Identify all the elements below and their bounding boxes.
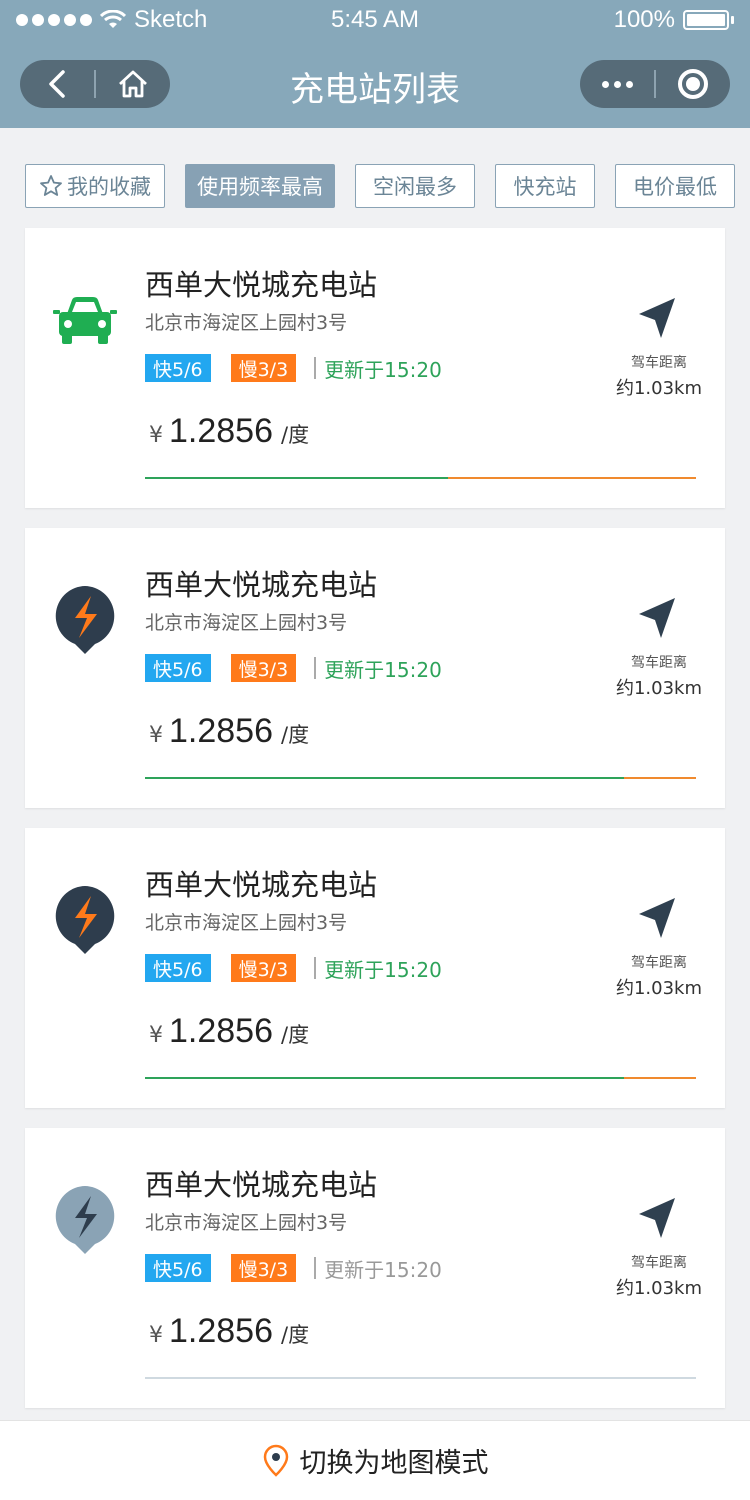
update-time: 更新于15:20 xyxy=(324,657,442,682)
close-miniprogram-button[interactable] xyxy=(656,60,730,108)
filter-most-idle[interactable]: 空闲最多 xyxy=(355,164,475,208)
update-time: 更新于15:20 xyxy=(324,1257,442,1282)
filter-most-used[interactable]: 使用频率最高 xyxy=(185,164,335,208)
tag-divider xyxy=(314,957,317,979)
availability-bar xyxy=(145,1077,696,1079)
lightning-pin-icon xyxy=(55,1186,115,1254)
nav-right-capsule xyxy=(580,60,730,108)
station-address: 北京市海淀区上园村3号 xyxy=(145,912,348,934)
lightning-pin-icon xyxy=(55,886,115,954)
price: ¥ 1.2856 /度 xyxy=(149,712,309,751)
price-value: 1.2856 xyxy=(169,1012,273,1050)
distance-label: 驾车距离 xyxy=(631,955,687,971)
distance-value: 约1.03km xyxy=(615,378,703,399)
battery-tip xyxy=(731,16,734,24)
price-value: 1.2856 xyxy=(169,1312,273,1350)
map-pin-icon xyxy=(263,1444,288,1477)
status-right: 100% xyxy=(614,6,734,34)
tag-divider xyxy=(314,657,317,679)
switch-to-map-button[interactable]: 切换为地图模式 xyxy=(0,1420,750,1500)
slow-charger-badge: 慢3/3 xyxy=(230,354,297,382)
distance-value: 约1.03km xyxy=(615,978,703,999)
currency-symbol: ¥ xyxy=(149,723,163,748)
distance-label: 驾车距离 xyxy=(631,1255,687,1271)
station-name: 西单大悦城充电站 xyxy=(145,568,378,602)
fast-charger-badge: 快5/6 xyxy=(145,1254,211,1282)
price-unit: /度 xyxy=(281,423,310,447)
station-card[interactable]: 西单大悦城充电站 北京市海淀区上园村3号 快5/6 慢3/3 更新于15:20 … xyxy=(25,228,725,508)
availability-bar xyxy=(145,777,696,779)
charger-tags: 快5/6 慢3/3 更新于15:20 xyxy=(145,654,442,682)
station-card[interactable]: 西单大悦城充电站 北京市海淀区上园村3号 快5/6 慢3/3 更新于15:20 … xyxy=(25,1128,725,1408)
availability-fill xyxy=(145,477,449,479)
tag-divider xyxy=(314,357,317,379)
navigation-arrow-icon[interactable] xyxy=(635,1196,679,1240)
filter-fast-charge[interactable]: 快充站 xyxy=(495,164,595,208)
currency-symbol: ¥ xyxy=(149,423,163,448)
station-card[interactable]: 西单大悦城充电站 北京市海淀区上园村3号 快5/6 慢3/3 更新于15:20 … xyxy=(25,528,725,808)
price-value: 1.2856 xyxy=(169,712,273,750)
charger-tags: 快5/6 慢3/3 更新于15:20 xyxy=(145,954,442,982)
availability-fill xyxy=(145,777,625,779)
filter-favorites[interactable]: 我的收藏 xyxy=(25,164,165,208)
more-button[interactable] xyxy=(580,60,654,108)
station-name: 西单大悦城充电站 xyxy=(145,868,378,902)
update-time: 更新于15:20 xyxy=(324,357,442,382)
navigation-arrow-icon[interactable] xyxy=(635,296,679,340)
station-card[interactable]: 西单大悦城充电站 北京市海淀区上园村3号 快5/6 慢3/3 更新于15:20 … xyxy=(25,828,725,1108)
distance-value: 约1.03km xyxy=(615,1278,703,1299)
status-bar: Sketch 5:45 AM 100% xyxy=(0,0,750,40)
fast-charger-badge: 快5/6 xyxy=(145,354,211,382)
lightning-pin-icon xyxy=(55,586,115,654)
price-unit: /度 xyxy=(281,723,310,747)
price: ¥ 1.2856 /度 xyxy=(149,412,309,451)
update-time: 更新于15:20 xyxy=(324,957,442,982)
battery-icon xyxy=(683,10,729,30)
filter-label: 快充站 xyxy=(513,175,577,199)
slow-charger-badge: 慢3/3 xyxy=(230,1254,297,1282)
station-address: 北京市海淀区上园村3号 xyxy=(145,612,348,634)
filter-label: 电价最低 xyxy=(633,175,717,199)
tag-divider xyxy=(314,1257,317,1279)
slow-charger-badge: 慢3/3 xyxy=(230,654,297,682)
price-unit: /度 xyxy=(281,1023,310,1047)
availability-bar xyxy=(145,477,696,479)
star-icon xyxy=(40,175,62,196)
battery-percent: 100% xyxy=(613,6,675,33)
currency-symbol: ¥ xyxy=(149,1323,163,1348)
price: ¥ 1.2856 /度 xyxy=(149,1012,309,1051)
charger-tags: 快5/6 慢3/3 更新于15:20 xyxy=(145,354,442,382)
station-name: 西单大悦城充电站 xyxy=(145,1168,378,1202)
filter-label: 空闲最多 xyxy=(373,175,457,199)
filter-lowest-price[interactable]: 电价最低 xyxy=(615,164,735,208)
station-list: 西单大悦城充电站 北京市海淀区上园村3号 快5/6 慢3/3 更新于15:20 … xyxy=(25,228,725,1428)
charger-tags: 快5/6 慢3/3 更新于15:20 xyxy=(145,1254,442,1282)
availability-bar xyxy=(145,1377,696,1379)
switch-to-map-label: 切换为地图模式 xyxy=(299,1448,489,1479)
filter-label: 我的收藏 xyxy=(67,175,151,199)
station-address: 北京市海淀区上园村3号 xyxy=(145,1212,348,1234)
distance-label: 驾车距离 xyxy=(631,355,687,371)
target-icon xyxy=(677,69,708,99)
navigation-arrow-icon[interactable] xyxy=(635,896,679,940)
filter-bar: 我的收藏 使用频率最高 空闲最多 快充站 电价最低 xyxy=(25,164,735,208)
currency-symbol: ¥ xyxy=(149,1023,163,1048)
more-icon xyxy=(601,80,633,88)
navigation-arrow-icon[interactable] xyxy=(635,596,679,640)
distance-value: 约1.03km xyxy=(615,678,703,699)
price: ¥ 1.2856 /度 xyxy=(149,1312,309,1351)
price-unit: /度 xyxy=(281,1323,310,1347)
station-name: 西单大悦城充电站 xyxy=(145,268,378,302)
availability-fill xyxy=(145,1077,625,1079)
station-address: 北京市海淀区上园村3号 xyxy=(145,312,348,334)
filter-label: 使用频率最高 xyxy=(197,175,323,199)
fast-charger-badge: 快5/6 xyxy=(145,954,211,982)
fast-charger-badge: 快5/6 xyxy=(145,654,211,682)
slow-charger-badge: 慢3/3 xyxy=(230,954,297,982)
car-icon xyxy=(53,297,117,344)
price-value: 1.2856 xyxy=(169,412,273,450)
distance-label: 驾车距离 xyxy=(631,655,687,671)
